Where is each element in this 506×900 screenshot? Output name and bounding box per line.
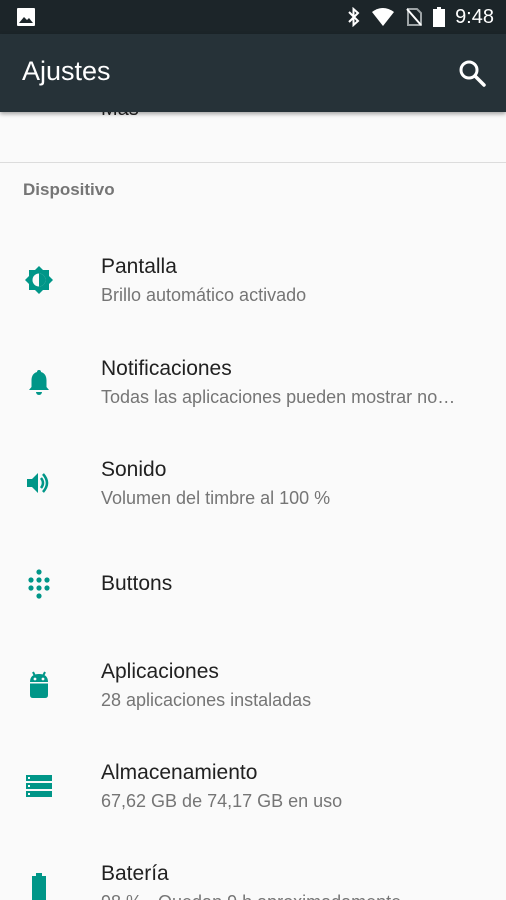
app-bar: Ajustes	[0, 34, 506, 112]
page-title: Ajustes	[22, 56, 111, 86]
settings-item-subtitle: Volumen del timbre al 100 %	[101, 488, 331, 508]
settings-item-label: Más	[101, 112, 139, 121]
bell-icon	[29, 370, 49, 395]
no-sim-icon	[406, 8, 423, 26]
settings-item-title: Notificaciones	[101, 357, 232, 380]
settings-item-title: Almacenamiento	[101, 761, 258, 784]
clock: 9:48	[455, 5, 494, 28]
settings-item-title: Buttons	[101, 572, 173, 595]
image-icon	[17, 8, 35, 26]
android-icon	[30, 671, 48, 698]
volume-icon	[27, 473, 49, 493]
settings-item-title: Sonido	[101, 458, 167, 481]
settings-list[interactable]: Más Dispositivo Pantalla Brillo automáti…	[0, 112, 506, 900]
search-icon[interactable]	[458, 59, 486, 87]
settings-item-bateria[interactable]: Batería 98 % - Quedan 9 h aproximadament…	[0, 839, 506, 900]
settings-item-buttons[interactable]: Buttons	[0, 536, 506, 632]
battery-icon	[32, 873, 46, 900]
settings-item-almacenamiento[interactable]: Almacenamiento 67,62 GB de 74,17 GB en u…	[0, 738, 506, 834]
settings-item-subtitle: 67,62 GB de 74,17 GB en uso	[101, 791, 343, 811]
settings-item-notificaciones[interactable]: Notificaciones Todas las aplicaciones pu…	[0, 334, 506, 430]
brightness-icon	[25, 266, 53, 294]
divider	[0, 162, 506, 163]
storage-icon	[26, 775, 52, 797]
settings-item-title: Batería	[101, 862, 169, 885]
wifi-icon	[372, 8, 395, 26]
settings-item-subtitle: 28 aplicaciones instaladas	[101, 690, 312, 710]
settings-item-title: Pantalla	[101, 255, 177, 278]
settings-item-subtitle: Brillo automático activado	[101, 285, 307, 305]
settings-item-subtitle: 98 % - Quedan 9 h aproximadamente	[101, 892, 486, 900]
section-header: Dispositivo	[23, 180, 115, 199]
bluetooth-icon	[348, 7, 360, 27]
settings-item-title: Aplicaciones	[101, 660, 219, 683]
settings-item-mas[interactable]: Más	[0, 112, 506, 162]
settings-item-subtitle: Todas las aplicaciones pueden mostrar no…	[101, 387, 456, 407]
status-bar: 9:48	[0, 0, 506, 34]
settings-item-pantalla[interactable]: Pantalla Brillo automático activado	[0, 232, 506, 328]
settings-item-aplicaciones[interactable]: Aplicaciones 28 aplicaciones instaladas	[0, 637, 506, 733]
battery-icon	[433, 7, 446, 27]
dots-icon	[28, 569, 50, 599]
settings-item-sonido[interactable]: Sonido Volumen del timbre al 100 %	[0, 435, 506, 531]
